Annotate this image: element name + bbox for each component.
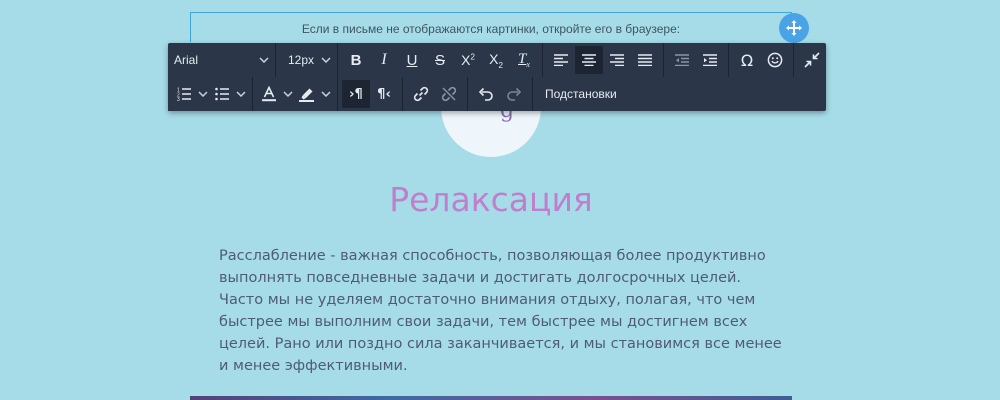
- underline-button[interactable]: U: [398, 46, 426, 74]
- superscript-button[interactable]: X2: [454, 46, 482, 74]
- insert-link-button[interactable]: [407, 80, 435, 108]
- ordered-list-options[interactable]: [196, 91, 210, 97]
- clear-format-button[interactable]: Tx: [510, 46, 538, 74]
- align-center-button[interactable]: [575, 46, 603, 74]
- clear-format-icon: Tx: [518, 51, 530, 69]
- undo-button[interactable]: [472, 80, 500, 108]
- article-headline[interactable]: Релаксация: [0, 180, 982, 219]
- strikethrough-icon: S: [434, 51, 445, 69]
- align-justify-icon: [638, 54, 652, 66]
- link-group: [403, 77, 468, 111]
- subscript-button[interactable]: X2: [482, 46, 510, 74]
- indent-icon: [703, 54, 717, 66]
- collapse-icon: [804, 52, 820, 68]
- rtl-button[interactable]: ¶‹: [370, 80, 398, 108]
- chevron-down-icon: [321, 91, 331, 97]
- ordered-list-button[interactable]: 123: [172, 80, 196, 108]
- paragraph-line: целей. Рано или поздно сила заканчиваетс…: [219, 336, 782, 352]
- text-color-icon: [262, 86, 276, 102]
- substitutions-button[interactable]: Подстановки: [537, 77, 625, 111]
- move-block-handle[interactable]: [779, 13, 809, 43]
- align-left-button[interactable]: [547, 46, 575, 74]
- rich-text-toolbar: Arial 12px B I U S X2 X2 Tx Ω 1 2 3 ›¶ ¶…: [168, 43, 826, 111]
- bold-button[interactable]: B: [342, 46, 370, 74]
- unordered-list-button[interactable]: [210, 80, 234, 108]
- article-paragraph[interactable]: Расслабление - важная способность, позво…: [219, 245, 782, 377]
- superscript-icon: X2: [461, 52, 475, 68]
- alignment-group: [543, 43, 664, 77]
- remove-link-button[interactable]: [435, 80, 463, 108]
- highlight-color-button[interactable]: [295, 80, 319, 108]
- redo-button[interactable]: [500, 80, 528, 108]
- omega-icon: Ω: [740, 50, 754, 70]
- font-size-group: 12px: [276, 43, 338, 77]
- italic-icon: I: [381, 51, 387, 68]
- outdent-button[interactable]: [668, 46, 696, 74]
- align-left-icon: [554, 54, 568, 66]
- smiley-icon: [767, 52, 783, 68]
- font-family-value: Arial: [174, 53, 199, 67]
- font-family-select[interactable]: Arial: [168, 43, 275, 77]
- direction-group: ›¶ ¶‹: [338, 77, 403, 111]
- align-justify-button[interactable]: [631, 46, 659, 74]
- chevron-down-icon: [236, 91, 246, 97]
- indent-button[interactable]: [696, 46, 724, 74]
- ltr-button[interactable]: ›¶: [342, 80, 370, 108]
- text-color-options[interactable]: [281, 91, 295, 97]
- text-color-button[interactable]: [257, 80, 281, 108]
- outdent-icon: [675, 54, 689, 66]
- chevron-down-icon: [321, 57, 331, 63]
- emoji-button[interactable]: [761, 46, 789, 74]
- font-family-group: Arial: [168, 43, 276, 77]
- list-group: 123: [168, 77, 253, 111]
- paragraph-line: Расслабление - важная способность, позво…: [219, 248, 766, 264]
- undo-icon: [478, 87, 493, 101]
- subscript-icon: X2: [489, 50, 503, 70]
- highlight-color-options[interactable]: [319, 91, 333, 97]
- italic-button[interactable]: I: [370, 46, 398, 74]
- special-characters-button[interactable]: Ω: [733, 46, 761, 74]
- preheader-text: Если в письме не отображаются картинки, …: [301, 22, 681, 36]
- collapse-toolbar-button[interactable]: [798, 46, 826, 74]
- svg-text:3: 3: [177, 97, 180, 101]
- content-image[interactable]: [190, 396, 792, 400]
- strikethrough-button[interactable]: S: [426, 46, 454, 74]
- paragraph-line: Часто мы не уделяем достаточно внимания …: [219, 292, 756, 308]
- underline-icon: U: [406, 51, 418, 69]
- collapse-group: [794, 43, 830, 77]
- link-icon: [413, 86, 429, 102]
- chevron-down-icon: [259, 57, 269, 63]
- toolbar-row-1: Arial 12px B I U S X2 X2 Tx Ω: [168, 43, 826, 77]
- align-right-button[interactable]: [603, 46, 631, 74]
- chevron-down-icon: [198, 91, 208, 97]
- preheader-text-block[interactable]: Если в письме не отображаются картинки, …: [190, 12, 792, 42]
- color-group: [253, 77, 338, 111]
- text-style-group: B I U S X2 X2 Tx: [338, 43, 543, 77]
- redo-icon: [507, 87, 522, 101]
- move-icon: [786, 20, 802, 36]
- ordered-list-icon: 123: [177, 88, 191, 101]
- rtl-icon: ¶‹: [377, 86, 391, 102]
- unordered-list-options[interactable]: [234, 91, 248, 97]
- bold-icon: B: [350, 51, 362, 69]
- insert-group: Ω: [729, 43, 794, 77]
- align-center-icon: [582, 54, 596, 66]
- history-group: [468, 77, 533, 111]
- chevron-down-icon: [283, 91, 293, 97]
- highlighter-icon: [299, 88, 314, 102]
- font-size-select[interactable]: 12px: [276, 43, 337, 77]
- ltr-icon: ›¶: [349, 86, 363, 102]
- paragraph-line: выполнять повседневные задачи и достигат…: [219, 270, 742, 286]
- paragraph-line: и менее эффективными.: [219, 358, 408, 374]
- indent-group: [664, 43, 729, 77]
- unlink-icon: [441, 86, 457, 102]
- email-editor-canvas: ɡ Если в письме не отображаются картинки…: [0, 0, 1000, 400]
- substitutions-group: Подстановки: [533, 77, 629, 111]
- unordered-list-icon: [215, 87, 229, 101]
- paragraph-line: быстрее мы выполним свои задачи, тем быс…: [219, 314, 748, 330]
- font-size-value: 12px: [288, 53, 315, 67]
- toolbar-row-2: 123 ›¶ ¶‹ Подстановки: [168, 77, 628, 111]
- align-right-icon: [610, 54, 624, 66]
